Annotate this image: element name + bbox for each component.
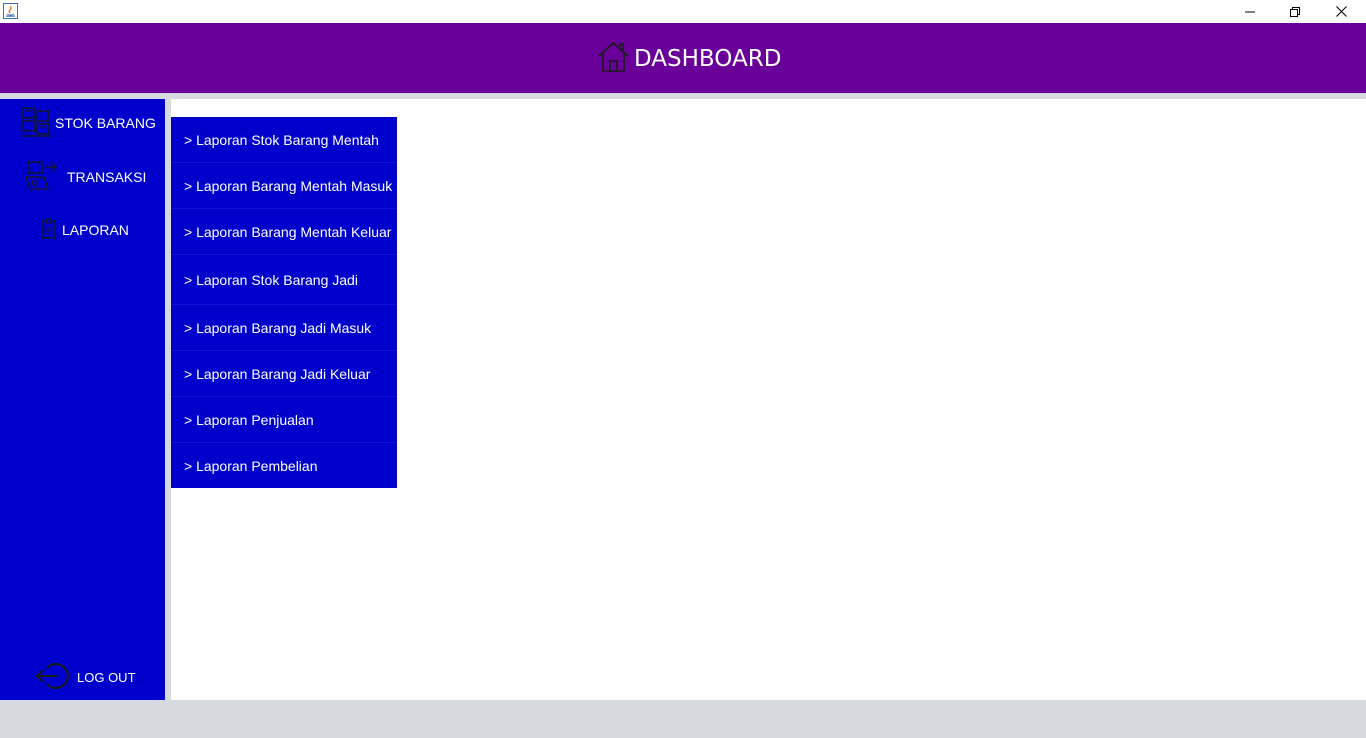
menu-item-laporan-pembelian[interactable]: > Laporan Pembelian [171,443,397,488]
restore-icon [1290,6,1300,17]
close-icon [1335,6,1347,17]
minimize-button[interactable] [1227,0,1273,23]
sidebar-item-stok-barang[interactable]: STOK BARANG [20,106,156,141]
close-button[interactable] [1318,0,1364,23]
logout-button[interactable]: LOG OUT [35,662,136,692]
page-title: DASHBOARD [634,46,782,72]
restore-button[interactable] [1272,0,1318,23]
inventory-icon [20,106,53,141]
sidebar-item-transaksi[interactable]: TRANSAKSI [24,160,146,194]
sidebar-item-label: STOK BARANG [55,115,156,131]
logout-label: LOG OUT [77,669,136,685]
window-titlebar [0,0,1366,23]
menu-item-laporan-stok-barang-mentah[interactable]: > Laporan Stok Barang Mentah [171,117,397,163]
window-bottom-strip [0,700,1366,738]
minimize-icon [1245,11,1255,12]
menu-item-laporan-barang-mentah-masuk[interactable]: > Laporan Barang Mentah Masuk [171,163,397,209]
menu-item-laporan-stok-barang-jadi[interactable]: > Laporan Stok Barang Jadi [171,255,397,305]
java-app-icon [3,3,18,19]
home-icon [597,41,630,78]
sidebar-item-label: LAPORAN [62,222,129,238]
report-icon [40,217,58,243]
transaction-icon [24,159,58,196]
menu-item-laporan-barang-jadi-masuk[interactable]: > Laporan Barang Jadi Masuk [171,305,397,351]
menu-item-laporan-barang-mentah-keluar[interactable]: > Laporan Barang Mentah Keluar [171,209,397,255]
laporan-submenu: > Laporan Stok Barang Mentah > Laporan B… [171,117,397,488]
menu-item-laporan-penjualan[interactable]: > Laporan Penjualan [171,397,397,443]
sidebar-item-label: TRANSAKSI [67,169,147,185]
header-title-group: DASHBOARD [597,41,781,77]
sidebar: STOK BARANG TRANSAKSI LAPORAN LOG OUT [0,99,165,700]
sidebar-item-laporan[interactable]: LAPORAN [40,217,129,243]
logout-icon [35,661,70,694]
menu-item-laporan-barang-jadi-keluar[interactable]: > Laporan Barang Jadi Keluar [171,351,397,397]
dashboard-header: DASHBOARD [0,23,1366,93]
